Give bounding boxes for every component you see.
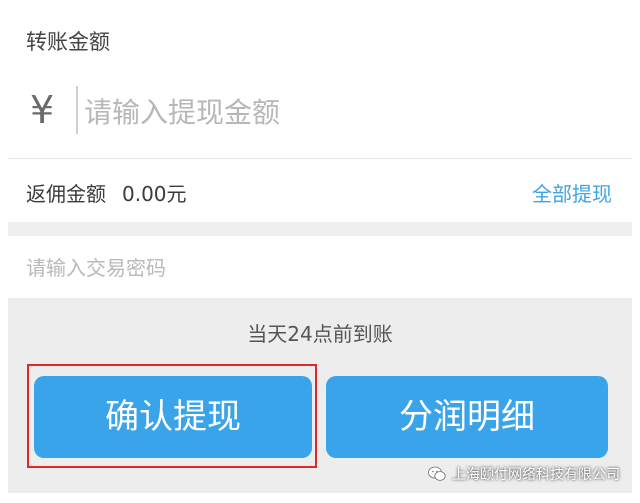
amount-input-row[interactable]: ¥	[0, 78, 640, 156]
divider	[8, 158, 632, 159]
section-separator	[8, 222, 632, 236]
currency-symbol: ¥	[30, 88, 55, 132]
wechat-icon	[428, 466, 446, 481]
rebate-row: 返佣金额 0.00元 全部提现	[0, 160, 640, 220]
profit-detail-button[interactable]: 分润明细	[326, 376, 608, 458]
rebate-amount-label: 返佣金额	[26, 182, 106, 206]
withdraw-amount-input[interactable]	[84, 90, 584, 134]
password-row[interactable]	[8, 236, 632, 298]
watermark: 上海颐付网络科技有限公司	[428, 464, 620, 484]
trade-password-input[interactable]	[26, 253, 586, 283]
rebate-amount-value: 0.00元	[122, 182, 187, 206]
transfer-amount-label: 转账金额	[26, 30, 110, 54]
arrival-time-note: 当天24点前到账	[247, 322, 393, 346]
withdraw-all-link[interactable]: 全部提现	[532, 178, 612, 207]
text-cursor	[76, 86, 78, 134]
confirm-withdraw-button[interactable]: 确认提现	[34, 376, 312, 458]
watermark-text: 上海颐付网络科技有限公司	[452, 467, 620, 483]
